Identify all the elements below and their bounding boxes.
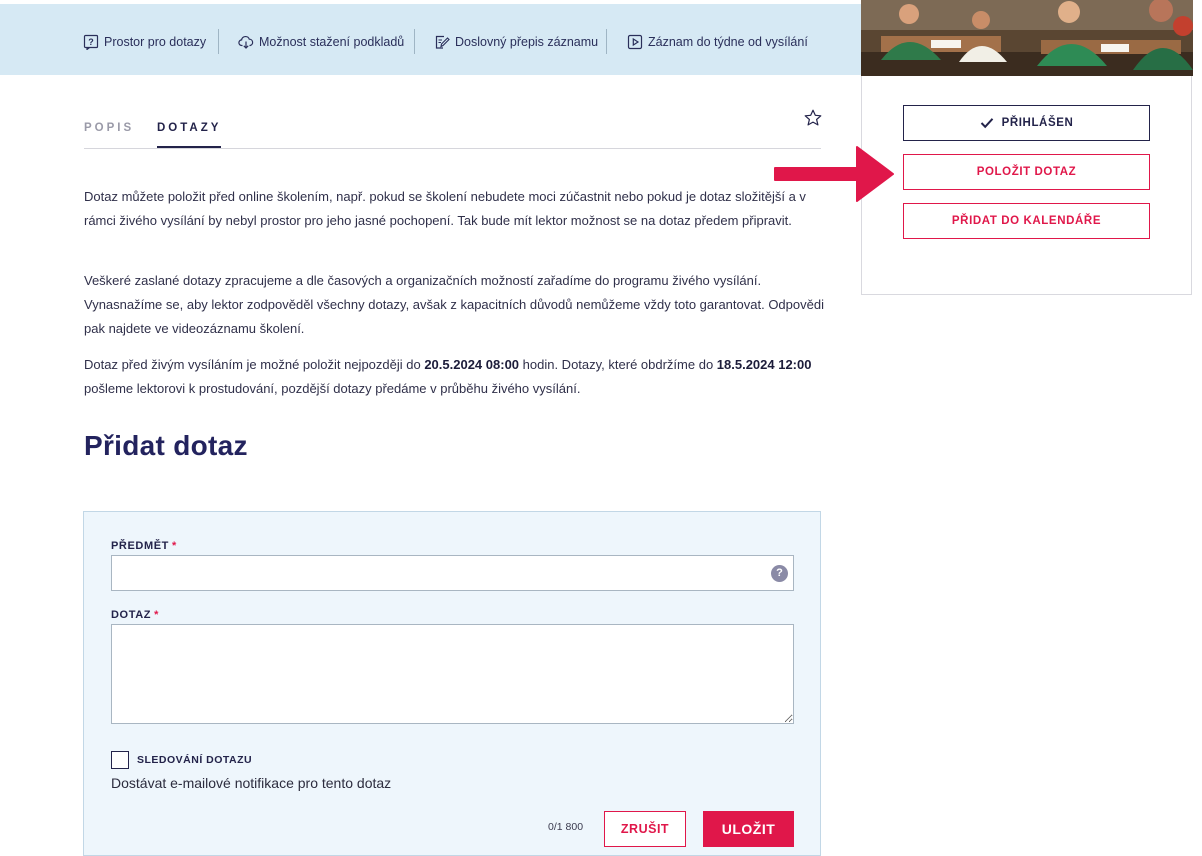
deadline-text: hodin. Dotazy, které obdržíme do — [519, 357, 717, 372]
save-button[interactable]: ULOŽIT — [703, 811, 794, 847]
signed-in-button[interactable]: PŘIHLÁŠEN — [903, 105, 1150, 141]
tab-dotazy[interactable]: DOTAZY — [157, 122, 222, 148]
feature-downloads: Možnost stažení podkladů — [238, 33, 404, 51]
review-datetime: 18.5.2024 12:00 — [716, 357, 812, 372]
cloud-download-icon — [238, 34, 254, 50]
add-to-calendar-button[interactable]: PŘIDAT DO KALENDÁŘE — [903, 203, 1150, 239]
content-tabs: POPIS DOTAZY — [84, 118, 821, 149]
deadline-text: pošleme lektorovi k prostudování, pozděj… — [84, 381, 581, 396]
checkmark-icon — [980, 117, 994, 129]
follow-question-checkbox[interactable] — [111, 751, 129, 769]
subject-input[interactable] — [111, 555, 794, 591]
intro-paragraph: Dotaz můžete položit před online školení… — [84, 189, 806, 228]
feature-label: Prostor pro dotazy — [104, 35, 207, 49]
required-mark: * — [154, 609, 159, 621]
character-counter: 0/1 800 — [548, 821, 584, 833]
tab-popis[interactable]: POPIS — [84, 122, 134, 134]
question-label-text: DOTAZ — [111, 609, 152, 621]
svg-text:?: ? — [88, 37, 94, 47]
question-form: PŘEDMĚT * ? DOTAZ * SLEDOVÁNÍ DOTAZU Dostá… — [83, 511, 821, 856]
edit-document-icon — [434, 34, 450, 50]
feature-label: Doslovný přepis záznamu — [455, 35, 599, 49]
feature-divider — [414, 29, 415, 54]
feature-label: Možnost stažení podkladů — [259, 35, 405, 49]
favorite-star-icon[interactable] — [803, 108, 823, 128]
follow-question-label[interactable]: SLEDOVÁNÍ DOTAZU — [137, 754, 252, 766]
question-box-icon: ? — [83, 34, 99, 50]
required-mark: * — [171, 540, 177, 552]
ask-question-button[interactable]: POLOŽIT DOTAZ — [903, 154, 1150, 190]
features-band: ? Prostor pro dotazy Možnost stažení pod… — [0, 0, 861, 75]
feature-questions: ? Prostor pro dotazy — [83, 33, 206, 51]
deadline-paragraph: Dotaz před živým vysíláním je možné polo… — [84, 353, 824, 401]
video-play-icon — [627, 34, 643, 50]
deadline-text: Dotaz před živým vysíláním je možné polo… — [84, 357, 425, 372]
cancel-button[interactable]: ZRUŠIT — [604, 811, 686, 847]
deadline-datetime: 20.5.2024 08:00 — [424, 357, 520, 372]
question-label: DOTAZ * — [111, 609, 159, 621]
feature-divider — [218, 29, 219, 54]
question-textarea[interactable] — [111, 624, 794, 724]
feature-recording: Záznam do týdne od vysílání — [627, 33, 808, 51]
processing-paragraph: Veškeré zaslané dotazy zpracujeme a dle … — [84, 273, 824, 336]
help-icon[interactable]: ? — [771, 565, 788, 582]
band-top-edge — [0, 0, 861, 4]
feature-label: Záznam do týdne od vysílání — [648, 35, 808, 49]
feature-divider — [606, 29, 607, 54]
subject-label-text: PŘEDMĚT — [111, 540, 169, 552]
add-question-heading: Přidat dotaz — [84, 430, 248, 461]
course-hero-image — [861, 0, 1193, 76]
subject-label: PŘEDMĚT * — [111, 540, 177, 552]
signed-in-label: PŘIHLÁŠEN — [1001, 117, 1074, 129]
feature-transcript: Doslovný přepis záznamu — [434, 33, 598, 51]
follow-question-description: Dostávat e-mailové notifikace pro tento … — [111, 775, 392, 791]
course-sidebar: PŘIHLÁŠEN POLOŽIT DOTAZ PŘIDAT DO KALEND… — [861, 76, 1192, 295]
